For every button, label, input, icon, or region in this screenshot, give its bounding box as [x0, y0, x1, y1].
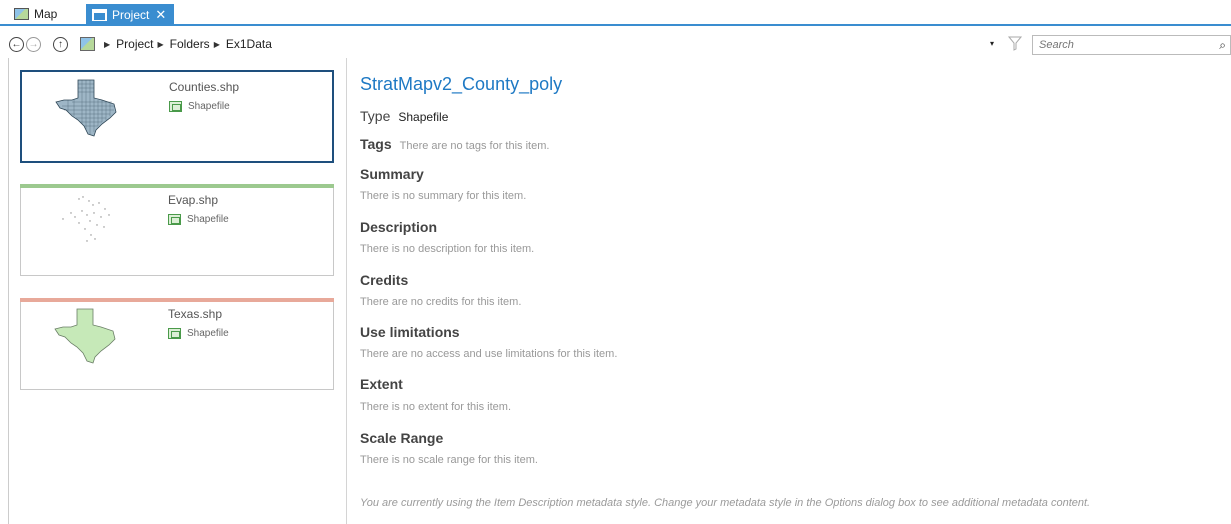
map-icon	[14, 8, 29, 20]
item-title: StratMapv2_County_poly	[360, 74, 563, 94]
scale-range-heading: Scale Range	[360, 430, 444, 446]
shapefile-icon	[168, 328, 181, 339]
breadcrumb-item-folders[interactable]: Folders	[170, 37, 210, 51]
metadata-panel: StratMapv2_County_poly Type Shapefile Ta…	[360, 58, 1220, 524]
item-name: Counties.shp	[169, 80, 240, 94]
credits-text: There are no credits for this item.	[360, 296, 522, 308]
project-icon	[92, 9, 107, 21]
item-card-evap[interactable]: Evap.shp Shapefile	[20, 184, 334, 276]
summary-text: There is no summary for this item.	[360, 190, 527, 202]
breadcrumb: ▶ Project ▶ Folders ▶ Ex1Data	[100, 37, 272, 51]
metadata-style-note: You are currently using the Item Descrip…	[360, 497, 1091, 509]
breadcrumb-separator-icon: ▶	[104, 39, 111, 49]
item-name: Evap.shp	[168, 193, 219, 207]
tab-strip: Map Project ✕	[0, 0, 1231, 26]
breadcrumb-item-project[interactable]: Project	[116, 37, 153, 51]
counties-thumbnail	[55, 79, 117, 137]
search-box[interactable]: ⌕	[1032, 35, 1231, 55]
use-limitations-text: There are no access and use limitations …	[360, 348, 618, 360]
filter-icon[interactable]	[1008, 36, 1022, 51]
shapefile-point-icon	[168, 214, 181, 225]
evap-thumbnail	[62, 196, 110, 242]
texas-thumbnail	[54, 308, 116, 364]
location-icon[interactable]	[80, 37, 95, 51]
extent-heading: Extent	[360, 376, 403, 392]
item-type: Shapefile	[168, 328, 229, 339]
use-limitations-heading: Use limitations	[360, 324, 460, 340]
back-arrow-icon[interactable]: ←	[9, 37, 24, 52]
item-type-label: Shapefile	[187, 214, 229, 225]
type-row: Type Shapefile	[360, 108, 448, 124]
breadcrumb-separator-icon: ▶	[213, 39, 220, 49]
item-card-texas[interactable]: Texas.shp Shapefile	[20, 298, 334, 390]
close-icon[interactable]: ✕	[155, 7, 166, 23]
tags-row: Tags There are no tags for this item.	[360, 136, 549, 152]
item-accent-bar	[20, 184, 334, 188]
tab-project-label: Project	[112, 8, 150, 22]
pane-divider[interactable]	[346, 58, 347, 524]
item-type: Shapefile	[168, 214, 229, 225]
up-arrow-icon[interactable]: ↑	[53, 37, 68, 52]
tab-project[interactable]: Project ✕	[86, 4, 174, 26]
item-type: Shapefile	[169, 101, 230, 112]
forward-arrow-icon[interactable]: →	[26, 37, 41, 52]
tags-value: There are no tags for this item.	[399, 140, 550, 152]
catalog-toolbar: ← → ↑ ▶ Project ▶ Folders ▶ Ex1Data ▾ ⌕	[0, 32, 1231, 56]
tags-label: Tags	[360, 136, 392, 152]
breadcrumb-separator-icon: ▶	[157, 39, 164, 49]
description-heading: Description	[360, 219, 438, 235]
search-input[interactable]	[1033, 39, 1203, 51]
item-card-counties[interactable]: Counties.shp Shapefile	[20, 70, 334, 163]
credits-heading: Credits	[360, 272, 409, 288]
extent-text: There is no extent for this item.	[360, 401, 512, 413]
breadcrumb-item-ex1data[interactable]: Ex1Data	[226, 37, 272, 51]
item-type-label: Shapefile	[188, 101, 230, 112]
item-name: Texas.shp	[168, 307, 223, 321]
type-label: Type	[360, 108, 391, 124]
type-value: Shapefile	[398, 110, 449, 124]
shapefile-icon	[169, 101, 182, 112]
item-list: Counties.shp Shapefile Evap.shp Shapefil…	[8, 58, 346, 524]
search-icon[interactable]: ⌕	[1219, 38, 1226, 53]
item-type-label: Shapefile	[187, 328, 229, 339]
scale-range-text: There is no scale range for this item.	[360, 454, 538, 466]
item-accent-bar	[20, 298, 334, 302]
tab-map-label: Map	[34, 7, 58, 21]
summary-heading: Summary	[360, 166, 424, 182]
tab-map[interactable]: Map	[8, 4, 74, 24]
chevron-down-icon[interactable]: ▾	[990, 39, 994, 48]
description-text: There is no description for this item.	[360, 243, 535, 255]
